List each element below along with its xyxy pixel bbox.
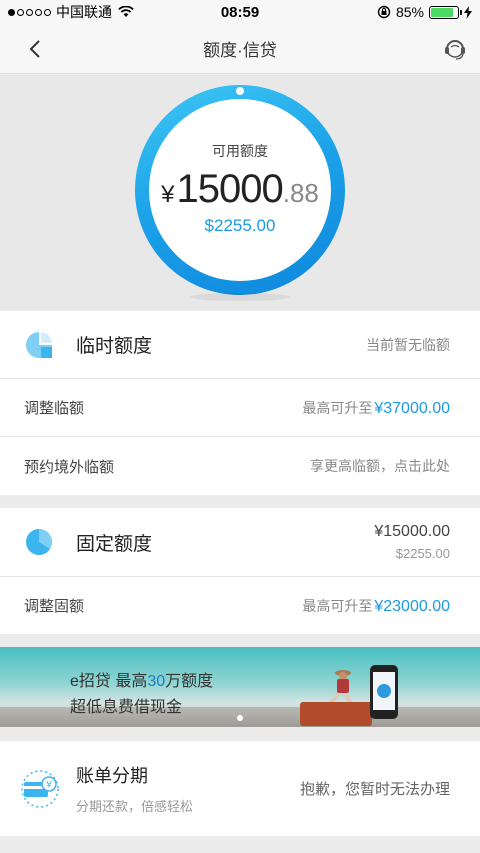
ring-shadow (190, 293, 290, 301)
adjust-fixed-limit-row[interactable]: 调整固额 最高可升至 ¥23000.00 (0, 577, 480, 634)
battery-icon (429, 5, 462, 19)
page-title: 额度·信贷 (203, 41, 277, 60)
status-bar: 中国联通 08:59 85% (0, 0, 480, 24)
navigation-bar: 额度·信贷 (0, 24, 480, 74)
card-installment-icon: ¥ (21, 769, 59, 808)
banner-headline: e招贷 最高30万额度 (70, 667, 213, 691)
overseas-temporary-limit-hint: 享更高临额，点击此处 (310, 458, 450, 474)
max-fixed-limit: ¥23000.00 (374, 597, 450, 615)
charging-icon (464, 5, 472, 19)
headset-icon (445, 40, 465, 60)
adjust-temporary-limit-row[interactable]: 调整临额 最高可升至 ¥37000.00 (0, 379, 480, 437)
amount-integer: 15000 (176, 166, 283, 211)
chevron-left-icon (29, 40, 40, 58)
carousel-indicator[interactable] (237, 715, 243, 721)
temporary-limit-status: 当前暂无临额 (366, 336, 450, 353)
amount-decimal: .88 (282, 177, 319, 208)
overseas-temporary-limit-label: 预约境外临额 (24, 458, 115, 476)
phone-illustration (370, 665, 398, 719)
overseas-temporary-limit-row[interactable]: 预约境外临额 享更高临额，点击此处 (0, 437, 480, 495)
loan-promo-banner[interactable]: e招贷 最高30万额度 超低息费借现金 (0, 647, 480, 727)
suitcase-illustration (300, 702, 372, 726)
installment-status: 抱歉，您暂时无法办理 (299, 781, 450, 798)
available-credit-label: 可用额度 (212, 142, 268, 159)
adjust-temporary-limit-label: 调整临额 (24, 400, 85, 417)
temporary-limit-header: 临时额度 当前暂无临额 (0, 311, 480, 379)
fixed-limit-usd: $2255.00 (395, 546, 450, 561)
banner-headline-highlight: 30 (147, 673, 166, 690)
fixed-limit-header: 固定额度 ¥15000.00 $2255.00 (0, 508, 480, 577)
fixed-limit-title: 固定额度 (76, 533, 153, 555)
battery-percentage: 85% (395, 4, 424, 20)
installment-row[interactable]: ¥ 账单分期 分期还款，倍感轻松 抱歉，您暂时无法办理 (0, 741, 480, 836)
usd-credit-amount: $2255.00 (204, 215, 276, 235)
temporary-limit-pie-icon (26, 331, 52, 358)
fixed-limit-amounts: ¥15000.00 $2255.00 (374, 523, 450, 561)
credit-ring: 可用额度 ¥ 15000 .88 $2255.00 (135, 85, 345, 295)
fixed-limit-cny: ¥15000.00 (374, 523, 450, 540)
max-limit-hint: 最高可升至 (302, 399, 373, 416)
banner-headline-suffix: 万额度 (165, 673, 214, 690)
banner-headline-prefix: e招贷 最高 (70, 673, 148, 690)
currency-symbol: ¥ (161, 180, 175, 208)
available-credit-amount: ¥ 15000 .88 (161, 167, 319, 212)
fixed-limit-section: 固定额度 ¥15000.00 $2255.00 调整固额 最高可升至 ¥23000… (0, 508, 480, 634)
installment-title: 账单分期 (76, 766, 148, 786)
banner-subline: 超低息费借现金 (70, 699, 183, 716)
adjust-fixed-limit-value: 最高可升至 ¥23000.00 (302, 596, 450, 616)
credit-summary: 可用额度 ¥ 15000 .88 $2255.00 (0, 75, 480, 310)
installment-section: ¥ 账单分期 分期还款，倍感轻松 抱歉，您暂时无法办理 (0, 741, 480, 836)
temporary-limit-section: 临时额度 当前暂无临额 调整临额 最高可升至 ¥37000.00 预约境外临额 享… (0, 311, 480, 495)
customer-service-button[interactable] (442, 36, 468, 62)
temporary-limit-title: 临时额度 (76, 336, 153, 357)
traveler-illustration (329, 670, 353, 705)
max-limit-hint: 最高可升至 (302, 597, 373, 614)
svg-text:¥: ¥ (46, 780, 52, 790)
adjust-fixed-limit-label: 调整固额 (24, 598, 85, 615)
back-button[interactable] (22, 36, 48, 62)
installment-subtitle: 分期还款，倍感轻松 (76, 799, 194, 814)
ring-indicator (236, 87, 244, 95)
max-temporary-limit: ¥37000.00 (374, 399, 450, 417)
rotation-lock-icon (377, 5, 391, 19)
adjust-temporary-limit-value: 最高可升至 ¥37000.00 (302, 398, 450, 418)
fixed-limit-pie-icon (26, 528, 53, 555)
